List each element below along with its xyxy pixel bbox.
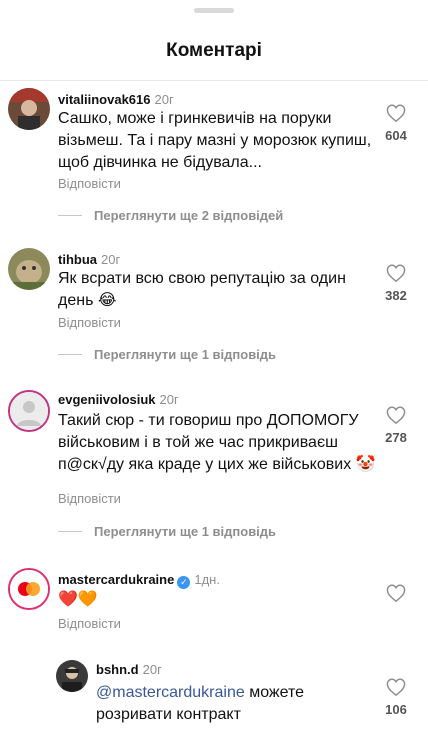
comment-time: 20г [159, 392, 179, 407]
avatar[interactable] [8, 88, 50, 130]
avatar[interactable] [8, 248, 50, 290]
avatar[interactable] [8, 390, 50, 432]
view-replies-button[interactable]: Переглянути ще 1 відповідь [58, 347, 276, 362]
comment-username[interactable]: vitaliinovak616 [58, 92, 151, 107]
comment-username[interactable]: mastercardukraine [58, 572, 174, 587]
heart-icon [386, 406, 406, 424]
like-count: 604 [385, 128, 407, 143]
view-replies-button[interactable]: Переглянути ще 2 відповідей [58, 208, 283, 223]
heart-icon [386, 584, 406, 602]
like-button[interactable]: 604 [378, 104, 414, 143]
reply-time: 20г [142, 662, 162, 677]
reply-meta: bshn.d 20г [96, 662, 162, 677]
comment-meta: vitaliinovak616 20г [58, 92, 174, 107]
comment-meta: evgeniivolosiuk 20г [58, 392, 179, 407]
heart-icon [386, 104, 406, 122]
comment-username[interactable]: tihbua [58, 252, 97, 267]
comment-time: 20г [101, 252, 121, 267]
comment-time: 1дн. [194, 572, 220, 587]
replies-line [58, 354, 82, 355]
view-replies-label: Переглянути ще 1 відповідь [94, 347, 277, 362]
sheet-grabber[interactable] [194, 8, 234, 13]
comment-text: Такий сюр - ти говориш про ДОПОМОГУ війс… [58, 412, 376, 473]
reply-button[interactable]: Відповісти [58, 616, 121, 631]
view-replies-label: Переглянути ще 2 відповідей [94, 208, 284, 223]
comments-sheet: Коментарі vitaliinovak616 20г Сашко, може… [0, 0, 428, 734]
comment-time: 20г [154, 92, 174, 107]
replies-line [58, 215, 82, 216]
reply-text: @mastercardukraine можете розривати конт… [96, 682, 356, 726]
comment-text: Як всрати всю свою репутацію за один ден… [58, 270, 346, 309]
heart-icon [386, 264, 406, 282]
reply-button[interactable]: Відповісти [58, 491, 121, 506]
comment-meta: mastercardukraine ✓ 1дн. [58, 572, 220, 589]
mention-link[interactable]: @mastercardukraine [96, 684, 245, 701]
like-count: 278 [385, 430, 407, 445]
like-button[interactable] [378, 584, 414, 602]
page-title: Коментарі [166, 40, 262, 61]
comment-meta: tihbua 20г [58, 252, 120, 267]
avatar[interactable] [56, 660, 88, 692]
header-divider [0, 80, 428, 81]
reply-button[interactable]: Відповісти [58, 176, 121, 191]
like-button[interactable]: 382 [378, 264, 414, 303]
view-replies-label: Переглянути ще 1 відповідь [94, 524, 277, 539]
reply-username[interactable]: bshn.d [96, 662, 139, 677]
like-count: 106 [385, 702, 407, 717]
avatar[interactable] [8, 568, 50, 610]
heart-icon [386, 678, 406, 696]
comment-username[interactable]: evgeniivolosiuk [58, 392, 156, 407]
like-button[interactable]: 278 [378, 406, 414, 445]
like-count: 382 [385, 288, 407, 303]
comment-text: ❤️🧡 [58, 589, 98, 608]
reply-button[interactable]: Відповісти [58, 315, 121, 330]
like-button[interactable]: 106 [378, 678, 414, 717]
view-replies-button[interactable]: Переглянути ще 1 відповідь [58, 524, 276, 539]
comment-text: Сашко, може і гринкевичів на поруки візь… [58, 110, 372, 171]
replies-line [58, 531, 82, 532]
